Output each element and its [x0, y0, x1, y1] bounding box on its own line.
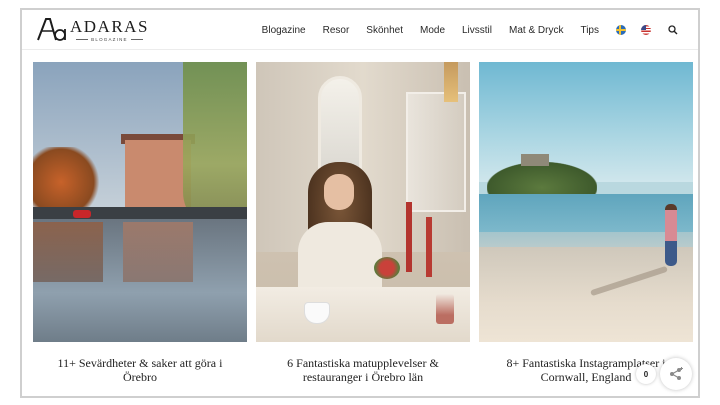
image-castle — [521, 154, 549, 166]
share-count-badge: 0 — [636, 364, 656, 384]
image-glass — [436, 294, 454, 324]
post-card[interactable]: 8+ Fantastiska Instagramplatser i Cornwa… — [479, 62, 693, 384]
image-island — [487, 162, 597, 194]
post-title[interactable]: 6 Fantastiska matupplevelser & restauran… — [256, 356, 470, 384]
brand-tagline: BLOGAZINE — [91, 37, 128, 42]
image-cup — [304, 302, 330, 324]
nav-item-livsstil[interactable]: Livsstil — [462, 25, 492, 36]
image-tree-reflection — [33, 222, 103, 282]
nav-item-resor[interactable]: Resor — [323, 25, 350, 36]
search-icon[interactable] — [666, 23, 680, 37]
us-flag-icon[interactable] — [641, 25, 651, 35]
image-shore — [33, 207, 247, 219]
post-image-restaurant[interactable] — [256, 62, 470, 342]
brand-name: ADARAS — [70, 17, 149, 36]
post-image-orebro-city[interactable] — [33, 62, 247, 342]
nav-item-mat-dryck[interactable]: Mat & Dryck — [509, 25, 563, 36]
site-header: ADARAS BLOGAZINE Blogazine Resor Skönhet… — [22, 10, 698, 50]
logo-text: ADARAS BLOGAZINE — [70, 17, 149, 42]
image-shelf — [406, 92, 466, 212]
image-lamp — [444, 62, 458, 102]
image-person — [665, 204, 677, 266]
nav-item-mode[interactable]: Mode — [420, 25, 445, 36]
nav-item-skonhet[interactable]: Skönhet — [366, 25, 403, 36]
page-frame: ADARAS BLOGAZINE Blogazine Resor Skönhet… — [20, 8, 700, 398]
post-card[interactable]: 6 Fantastiska matupplevelser & restauran… — [256, 62, 470, 384]
image-woman-face — [324, 174, 354, 210]
swedish-flag-icon[interactable] — [616, 25, 626, 35]
post-image-cornwall[interactable] — [479, 62, 693, 342]
image-flowers — [374, 257, 400, 279]
site-logo[interactable]: ADARAS BLOGAZINE — [36, 16, 149, 46]
nav-item-blogazine[interactable]: Blogazine — [262, 25, 306, 36]
image-sand — [479, 247, 693, 342]
post-title[interactable]: 11+ Sevärdheter & saker att göra i Örebr… — [33, 356, 247, 384]
image-building — [125, 140, 191, 210]
post-card[interactable]: 11+ Sevärdheter & saker att göra i Örebr… — [33, 62, 247, 384]
nav-item-tips[interactable]: Tips — [580, 25, 599, 36]
image-candle — [426, 217, 432, 277]
image-candle — [406, 202, 412, 272]
share-icon — [670, 367, 683, 380]
brand-tagline-row: BLOGAZINE — [76, 37, 143, 42]
image-building-reflection — [123, 222, 193, 282]
main-nav: Blogazine Resor Skönhet Mode Livsstil Ma… — [262, 10, 698, 50]
image-red-boat — [73, 210, 91, 218]
adaras-monogram-icon — [37, 18, 66, 41]
tagline-rule — [76, 39, 89, 40]
share-button[interactable] — [660, 358, 692, 390]
tagline-rule — [130, 39, 143, 40]
